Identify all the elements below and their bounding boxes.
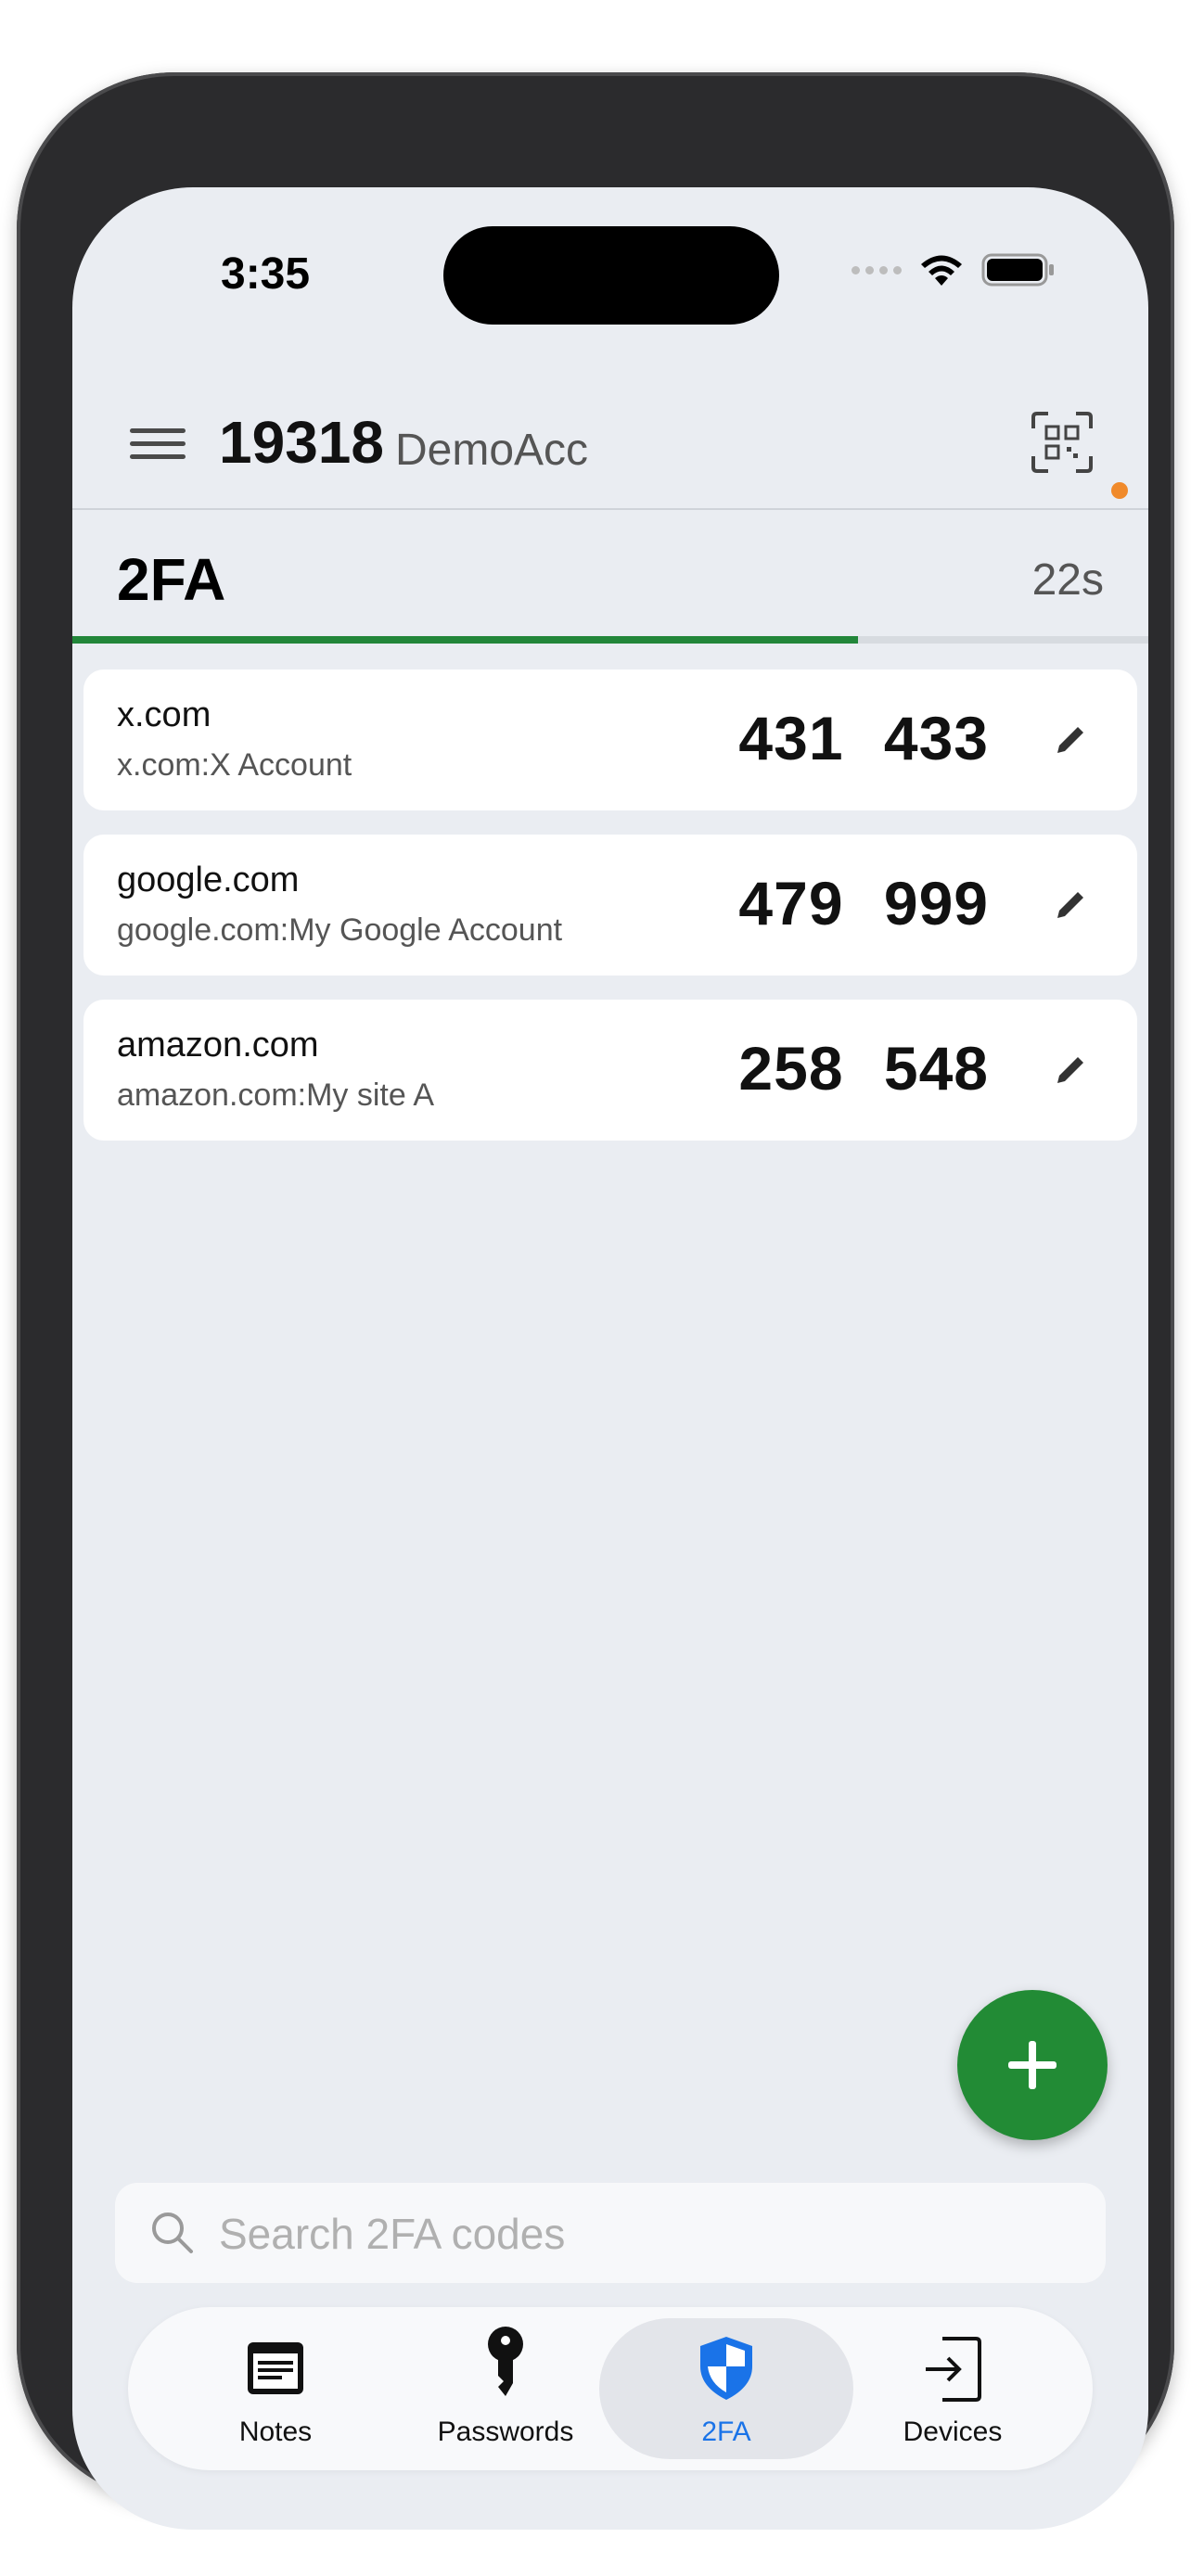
code-timer: 22s bbox=[1031, 555, 1104, 605]
search-bar bbox=[115, 2183, 1106, 2283]
shield-icon bbox=[700, 2337, 752, 2400]
app-header: 19318 DemoAcc bbox=[72, 373, 1148, 510]
edit-icon[interactable] bbox=[1052, 1050, 1091, 1089]
item-label: amazon.com:My site A bbox=[117, 1078, 435, 1113]
search-input[interactable] bbox=[217, 2196, 1074, 2272]
account-name: DemoAcc bbox=[395, 426, 589, 475]
section-header: 2FA 22s bbox=[72, 510, 1148, 636]
item-label: google.com:My Google Account bbox=[117, 912, 563, 948]
cellular-signal-icon bbox=[852, 265, 902, 274]
qr-scan-icon[interactable] bbox=[1030, 410, 1095, 475]
item-site: amazon.com bbox=[117, 1026, 319, 1065]
tab-label: Notes bbox=[238, 2417, 313, 2447]
tab-label: 2FA bbox=[701, 2417, 751, 2447]
item-code[interactable]: 431 433 bbox=[738, 703, 989, 773]
phone-frame: 3:35 19318 DemoAcc 2FA 22s x.com x.com:X… bbox=[17, 72, 1174, 2530]
item-site: google.com bbox=[117, 861, 300, 899]
edit-icon[interactable] bbox=[1052, 885, 1091, 924]
section-title: 2FA bbox=[117, 546, 226, 613]
battery-icon bbox=[981, 253, 1054, 287]
search-icon bbox=[152, 2213, 193, 2253]
status-icons bbox=[852, 252, 1056, 287]
item-site: x.com bbox=[117, 695, 211, 734]
list-item[interactable]: amazon.com amazon.com:My site A 258 548 bbox=[83, 1000, 1137, 1141]
wifi-icon bbox=[921, 255, 962, 286]
screen: 3:35 19318 DemoAcc 2FA 22s x.com x.com:X… bbox=[72, 187, 1148, 2530]
list-item[interactable]: google.com google.com:My Google Account … bbox=[83, 835, 1137, 976]
plus-icon bbox=[1008, 2041, 1057, 2089]
tab-passwords[interactable]: Passwords bbox=[378, 2318, 633, 2459]
item-label: x.com:X Account bbox=[117, 747, 352, 783]
tab-notes[interactable]: Notes bbox=[148, 2318, 403, 2459]
add-button[interactable] bbox=[957, 1990, 1108, 2140]
edit-icon[interactable] bbox=[1052, 720, 1091, 759]
account-number: 19318 bbox=[219, 409, 384, 476]
login-icon bbox=[926, 2337, 981, 2402]
menu-icon[interactable] bbox=[130, 428, 186, 465]
key-icon bbox=[488, 2327, 523, 2396]
notification-dot bbox=[1111, 482, 1128, 499]
tab-label: Devices bbox=[903, 2417, 1003, 2447]
timer-progress-bar bbox=[72, 636, 1148, 644]
status-time: 3:35 bbox=[221, 249, 311, 299]
timer-progress-fill bbox=[72, 636, 858, 644]
notes-icon bbox=[248, 2342, 303, 2394]
dynamic-island bbox=[443, 226, 779, 325]
item-code[interactable]: 479 999 bbox=[738, 868, 989, 938]
tab-2fa[interactable]: 2FA bbox=[599, 2318, 853, 2459]
tab-label: Passwords bbox=[437, 2417, 574, 2447]
tab-bar: Notes Passwords 2FA Devices bbox=[128, 2307, 1093, 2470]
tab-devices[interactable]: Devices bbox=[826, 2318, 1080, 2459]
list-item[interactable]: x.com x.com:X Account 431 433 bbox=[83, 670, 1137, 810]
twofa-list: x.com x.com:X Account 431 433 google.com… bbox=[83, 670, 1137, 1165]
item-code[interactable]: 258 548 bbox=[738, 1033, 989, 1103]
